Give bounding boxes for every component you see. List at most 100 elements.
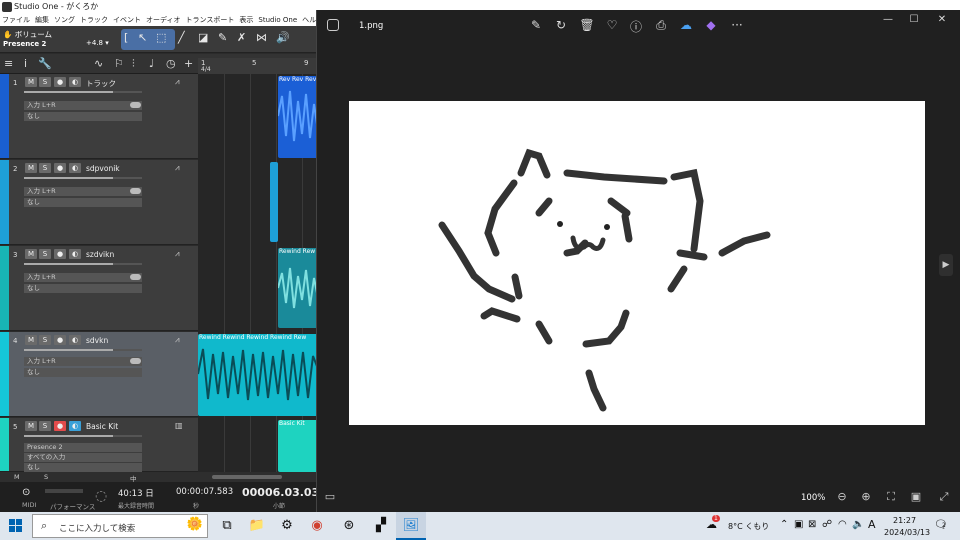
clipchamp-icon[interactable]: ◆ [703, 18, 719, 32]
solo-button[interactable]: S [39, 421, 51, 431]
clock-date[interactable]: 2024/03/13 [884, 528, 930, 537]
input-select[interactable]: 入力 L+R [24, 357, 142, 366]
ime-indicator[interactable]: A [868, 518, 876, 531]
volume-icon[interactable]: 🔈 [852, 519, 864, 530]
menu-song[interactable]: ソング [54, 14, 75, 26]
fullscreen-icon[interactable]: ⤢ [937, 490, 951, 504]
track-row-selected[interactable]: 4 M S ● ◐ sdvkn ⩘ 入力 L+R なし [0, 332, 198, 417]
solo-button[interactable]: S [39, 163, 51, 173]
studio-one-taskbar-icon[interactable]: ▞ [366, 512, 396, 540]
app-icon[interactable]: ⊛ [334, 512, 364, 540]
chevron-up-icon[interactable]: ⌃ [780, 519, 788, 530]
volume-slider[interactable] [24, 263, 142, 265]
minimize-button[interactable]: — [881, 14, 895, 25]
record-button[interactable]: ● [54, 163, 66, 173]
settings-icon[interactable]: ⚙ [272, 512, 302, 540]
add-track-icon[interactable]: + [184, 57, 193, 70]
onedrive-tray-icon[interactable]: ⊠ [808, 519, 816, 530]
track-name[interactable]: Basic Kit [86, 422, 118, 431]
record-button[interactable]: ● [54, 335, 66, 345]
monitor-button[interactable]: ◐ [69, 249, 81, 259]
curve-icon[interactable]: ∿ [94, 57, 103, 70]
monitor-button[interactable]: ◐ [69, 163, 81, 173]
track-name[interactable]: sdpvonik [86, 164, 120, 173]
onedrive-icon[interactable]: ☁ [678, 18, 694, 32]
input-select[interactable]: 入力 L+R [24, 187, 142, 196]
track-name[interactable]: トラック [86, 78, 116, 89]
maximize-button[interactable]: ☐ [907, 14, 921, 25]
volume-slider[interactable] [24, 91, 142, 93]
instrument-select[interactable]: Presence 2 [24, 443, 142, 452]
paint-tool-icon[interactable]: ✎ [218, 31, 227, 44]
menu-view[interactable]: 表示 [239, 14, 253, 26]
instrument-clip[interactable]: Basic Kit [278, 420, 320, 472]
audio-clip[interactable]: Rewind Rewind Rewind Rewind Rew [198, 334, 320, 416]
volume-slider[interactable] [24, 349, 142, 351]
photos-app-icon[interactable] [327, 19, 339, 31]
meet-icon[interactable]: ▣ [794, 519, 803, 530]
filmstrip-icon[interactable]: ▭ [323, 490, 337, 503]
output-select[interactable]: なし [24, 112, 142, 121]
fit-window-icon[interactable]: ⛶ [884, 490, 898, 504]
track-row[interactable]: 2 M S ● ◐ sdpvonik ⩘ 入力 L+R なし [0, 160, 198, 245]
output-select[interactable]: なし [24, 368, 142, 377]
input-select[interactable]: すべての入力 [24, 453, 142, 462]
output-select[interactable]: なし [24, 198, 142, 207]
tempo-icon[interactable]: ♩ [149, 57, 154, 70]
file-explorer-icon[interactable]: 📁 [242, 512, 272, 540]
inspector-icon[interactable]: i [24, 57, 27, 70]
close-button[interactable]: ✕ [935, 14, 949, 25]
preset-name[interactable]: Presence 2 [3, 40, 46, 48]
arrangement-view[interactable]: Rev Rev Rev Rewind Rew Rewind Rewind Rew… [198, 74, 320, 472]
input-toggle[interactable] [130, 274, 141, 280]
info-icon[interactable]: ⓘ [628, 18, 644, 35]
bottom-s[interactable]: S [44, 473, 48, 481]
time-display[interactable]: 00:00:07.583 [176, 487, 233, 497]
record-button[interactable]: ● [54, 421, 66, 431]
weather-text[interactable]: 8°C くもり [728, 521, 769, 532]
zoom-in-icon[interactable]: ⊕ [859, 490, 873, 503]
track-row[interactable]: 5 M S ● ◐ Basic Kit ▥ Presence 2 すべての入力 … [0, 418, 198, 472]
print-icon[interactable]: ⎙ [653, 18, 669, 33]
monitor-button[interactable]: ◐ [69, 77, 81, 87]
favorite-icon[interactable]: ♡ [604, 18, 620, 32]
input-select[interactable]: 入力 L+R [24, 273, 142, 282]
mute-button[interactable]: M [25, 335, 37, 345]
eraser-tool-icon[interactable]: ◪ [198, 31, 208, 44]
volume-slider[interactable] [24, 435, 142, 437]
flag-icon[interactable]: ⚐ [114, 57, 124, 70]
volume-slider[interactable] [24, 177, 142, 179]
track-row[interactable]: 1 M S ● ◐ トラック ⩘ 入力 L+R なし [0, 74, 198, 159]
gain-value[interactable]: +4.8 ▾ [86, 39, 109, 47]
chrome-icon[interactable]: ◉ [302, 512, 332, 540]
arrow-tool-icon[interactable]: ↖ [138, 31, 147, 44]
input-select[interactable]: 入力 L+R [24, 101, 142, 110]
mute-button[interactable]: M [25, 77, 37, 87]
record-button[interactable]: ● [54, 77, 66, 87]
bottom-m[interactable]: M [14, 473, 20, 481]
mode-label[interactable]: ✋ ボリューム [3, 29, 52, 40]
rotate-icon[interactable]: ↻ [553, 18, 569, 32]
clock-icon[interactable]: ◷ [166, 57, 176, 70]
menu-track[interactable]: トラック [80, 14, 108, 26]
input-toggle[interactable] [130, 102, 141, 108]
bend-tool-icon[interactable]: ⋈ [256, 31, 267, 44]
audio-clip[interactable]: Rev Rev Rev [278, 76, 320, 158]
monitor-button[interactable]: ◐ [69, 335, 81, 345]
edit-icon[interactable]: ✎ [528, 18, 544, 32]
mute-button[interactable]: M [25, 421, 37, 431]
more-icon[interactable]: ··· [729, 18, 745, 32]
start-button[interactable] [9, 519, 23, 533]
clock-time[interactable]: 21:27 [893, 516, 916, 525]
actual-size-icon[interactable]: ▣ [909, 490, 923, 503]
track-name[interactable]: sdvkn [86, 336, 108, 345]
delete-icon[interactable]: 🗑 [579, 18, 595, 32]
wifi-icon[interactable]: ◠ [838, 519, 847, 530]
track-row[interactable]: 3 M S ● ◐ szdvikn ⩘ 入力 L+R なし [0, 246, 198, 331]
menu-event[interactable]: イベント [113, 14, 141, 26]
mute-tool-icon[interactable]: ✗ [237, 31, 246, 44]
taskbar-search[interactable]: ⌕ ここに入力して検索 🌼 [32, 514, 208, 538]
audio-clip[interactable]: Rewind Rew [278, 248, 320, 328]
menu-transport[interactable]: トランスポート [186, 14, 235, 26]
split-tool-icon[interactable]: ╱ [178, 31, 185, 44]
